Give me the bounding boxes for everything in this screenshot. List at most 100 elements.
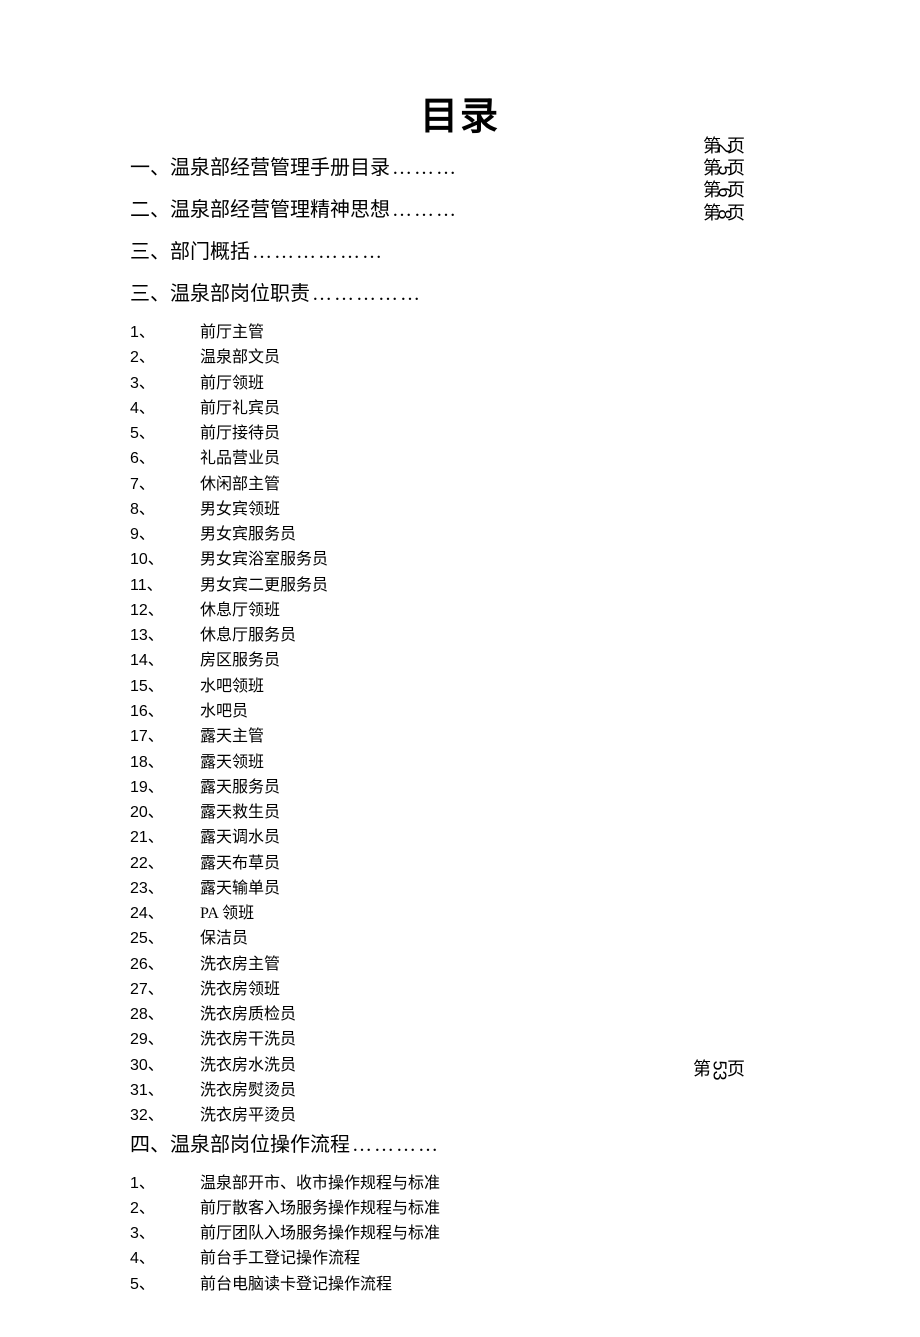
toc-subitem: 32、洗衣房平烫员 <box>130 1103 790 1128</box>
subitem-label: 露天服务员 <box>200 775 790 800</box>
subitem-number: 29、 <box>130 1027 200 1052</box>
subitem-label: PA 领班 <box>200 901 790 926</box>
subitem-number: 2、 <box>130 1196 200 1221</box>
page-ref-number: 2 <box>714 143 735 153</box>
toc-subitem: 14、房区服务员 <box>130 648 790 673</box>
document-title: 目录 <box>130 85 790 140</box>
subitem-number: 14、 <box>130 648 200 673</box>
page-ref-number: 8 <box>714 210 735 220</box>
toc-subitem: 10、男女宾浴室服务员 <box>130 547 790 572</box>
subitem-number: 23、 <box>130 876 200 901</box>
subitem-label: 前厅主管 <box>200 320 790 345</box>
page-ref: 第8页 <box>703 203 745 225</box>
toc-subitem: 3、前厅团队入场服务操作规程与标准 <box>130 1221 790 1246</box>
page-ref-suffix: 页 <box>727 1059 745 1079</box>
leader-dots: ……………… <box>252 236 384 268</box>
subitem-number: 5、 <box>130 1272 200 1297</box>
toc-section-3b: 三、 温泉部岗位职责 …………… <box>130 278 790 310</box>
subitem-number: 32、 <box>130 1103 200 1128</box>
subitem-number: 27、 <box>130 977 200 1002</box>
subitem-label: 露天调水员 <box>200 825 790 850</box>
toc-content: 一、 温泉部经营管理手册目录 ……… 二、 温泉部经营管理精神思想 ……… 三、… <box>130 152 790 1297</box>
subitem-label: 温泉部文员 <box>200 345 790 370</box>
toc-subitem: 31、洗衣房熨烫员 <box>130 1078 790 1103</box>
toc-subitem: 3、前厅领班 <box>130 371 790 396</box>
toc-subitem: 5、前台电脑读卡登记操作流程 <box>130 1272 790 1297</box>
subitem-label: 前台手工登记操作流程 <box>200 1246 790 1271</box>
subitem-label: 前厅礼宾员 <box>200 396 790 421</box>
page-ref-number: 6 <box>714 187 735 197</box>
subitem-label: 露天主管 <box>200 724 790 749</box>
subitem-number: 8、 <box>130 497 200 522</box>
toc-subitem: 21、露天调水员 <box>130 825 790 850</box>
toc-subitem: 22、露天布草员 <box>130 851 790 876</box>
subitem-number: 10、 <box>130 547 200 572</box>
subitem-label: 洗衣房质检员 <box>200 1002 790 1027</box>
subitem-label: 男女宾二更服务员 <box>200 573 790 598</box>
document-page: 目录 一、 温泉部经营管理手册目录 ……… 二、 温泉部经营管理精神思想 ………… <box>0 0 920 1337</box>
section-label: 温泉部岗位操作流程 <box>170 1129 350 1161</box>
subitem-number: 6、 <box>130 446 200 471</box>
subitem-number: 19、 <box>130 775 200 800</box>
subitem-label: 休息厅服务员 <box>200 623 790 648</box>
toc-subitem: 12、休息厅领班 <box>130 598 790 623</box>
subitem-label: 前厅接待员 <box>200 421 790 446</box>
subitem-number: 4、 <box>130 396 200 421</box>
toc-subitem: 24、PA 领班 <box>130 901 790 926</box>
subitem-label: 休息厅领班 <box>200 598 790 623</box>
toc-subitem: 2、温泉部文员 <box>130 345 790 370</box>
toc-subitem: 15、水吧领班 <box>130 674 790 699</box>
subitem-number: 26、 <box>130 952 200 977</box>
toc-subitem: 6、礼品营业员 <box>130 446 790 471</box>
toc-subitem: 18、露天领班 <box>130 750 790 775</box>
subitem-number: 11、 <box>130 573 200 598</box>
toc-subitem: 13、休息厅服务员 <box>130 623 790 648</box>
subitem-label: 男女宾领班 <box>200 497 790 522</box>
page-ref-number: 53 <box>708 1061 729 1081</box>
section-number: 二、 <box>130 194 170 226</box>
subitem-label: 保洁员 <box>200 926 790 951</box>
toc-section-4: 四、 温泉部岗位操作流程 ………… <box>130 1129 790 1161</box>
page-ref-number: 5 <box>714 165 735 175</box>
subitem-number: 20、 <box>130 800 200 825</box>
section-label: 温泉部经营管理精神思想 <box>170 194 390 226</box>
subitem-number: 16、 <box>130 699 200 724</box>
subitem-label: 房区服务员 <box>200 648 790 673</box>
subitem-label: 男女宾服务员 <box>200 522 790 547</box>
section-number: 四、 <box>130 1129 170 1161</box>
toc-subitem: 11、男女宾二更服务员 <box>130 573 790 598</box>
subitem-number: 13、 <box>130 623 200 648</box>
toc-subitem: 4、前台手工登记操作流程 <box>130 1246 790 1271</box>
subitem-number: 30、 <box>130 1053 200 1078</box>
subitem-number: 12、 <box>130 598 200 623</box>
subitem-label: 水吧员 <box>200 699 790 724</box>
subitem-number: 24、 <box>130 901 200 926</box>
subitem-number: 22、 <box>130 851 200 876</box>
subitem-number: 15、 <box>130 674 200 699</box>
page-ref: 第6页 <box>703 180 745 202</box>
toc-sublist-4: 1、温泉部开市、收市操作规程与标准2、前厅散客入场服务操作规程与标准3、前厅团队… <box>130 1171 790 1297</box>
toc-subitem: 7、休闲部主管 <box>130 472 790 497</box>
subitem-number: 28、 <box>130 1002 200 1027</box>
subitem-label: 露天领班 <box>200 750 790 775</box>
toc-subitem: 23、露天输单员 <box>130 876 790 901</box>
leader-dots: ……… <box>392 152 458 184</box>
subitem-label: 洗衣房主管 <box>200 952 790 977</box>
toc-subitem: 1、温泉部开市、收市操作规程与标准 <box>130 1171 790 1196</box>
subitem-number: 3、 <box>130 371 200 396</box>
subitem-label: 前厅领班 <box>200 371 790 396</box>
toc-subitem: 4、前厅礼宾员 <box>130 396 790 421</box>
section-number: 一、 <box>130 152 170 184</box>
toc-section-2: 二、 温泉部经营管理精神思想 ……… <box>130 194 790 226</box>
subitem-number: 3、 <box>130 1221 200 1246</box>
leader-dots: ……… <box>392 194 458 226</box>
subitem-number: 17、 <box>130 724 200 749</box>
subitem-number: 4、 <box>130 1246 200 1271</box>
toc-section-1: 一、 温泉部经营管理手册目录 ……… <box>130 152 790 184</box>
subitem-number: 31、 <box>130 1078 200 1103</box>
toc-subitem: 26、洗衣房主管 <box>130 952 790 977</box>
toc-subitem: 25、保洁员 <box>130 926 790 951</box>
subitem-number: 18、 <box>130 750 200 775</box>
subitem-label: 水吧领班 <box>200 674 790 699</box>
subitem-label: 男女宾浴室服务员 <box>200 547 790 572</box>
